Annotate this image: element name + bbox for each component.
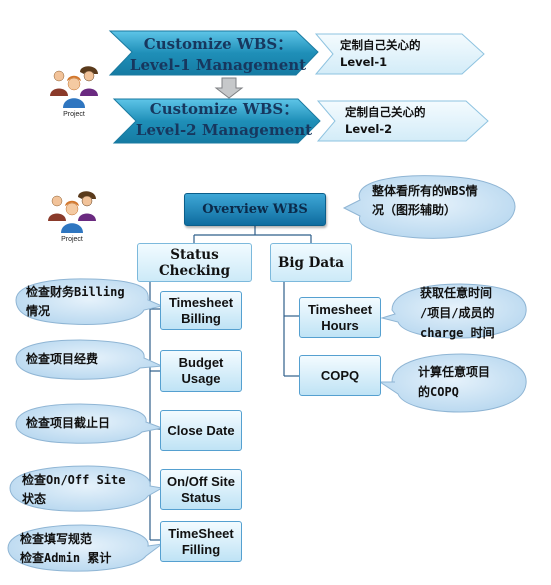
onoff-note-line1: 检查On/Off Site xyxy=(22,473,126,487)
billing-note: 检查财务Billing 情况 xyxy=(26,283,151,321)
on-off-site-node: On/Off Site Status xyxy=(160,469,242,510)
note-level2-line2: Level-2 xyxy=(345,122,393,136)
note-level1-line1: 定制自己关心的 xyxy=(340,38,421,52)
budget-usage-node: Budget Usage xyxy=(160,350,242,392)
note-level2-label: 定制自己关心的 Level-2 xyxy=(345,104,426,138)
overview-wbs-node: Overview WBS xyxy=(184,193,326,226)
timesheet-billing-line2: Billing xyxy=(181,310,221,326)
onoff-note: 检查On/Off Site 状态 xyxy=(22,471,157,509)
onoff-note-line2: 状态 xyxy=(22,492,47,506)
chevron-level2-label: Customize WBS： Level-2 Management xyxy=(134,99,314,141)
status-checking-line1: Status xyxy=(170,246,219,263)
project-label-top: Project xyxy=(63,111,85,118)
filling-note-line2: 检查Admin 累计 xyxy=(20,551,112,565)
close-date-node: Close Date xyxy=(160,410,242,451)
root-note-line2: 况（图形辅助） xyxy=(372,203,457,217)
timesheet-filling-line2: Filling xyxy=(181,541,221,557)
timesheet-filling-line1: TimeSheet xyxy=(168,525,234,541)
budget-usage-line2: Usage xyxy=(181,371,221,386)
chevron-level2-line2: Level-2 Management xyxy=(135,121,313,139)
on-off-site-line1: On/Off Site xyxy=(167,473,235,489)
hours-note-line1: 获取任意时间 xyxy=(420,286,493,300)
hours-note-line2: /项目/成员的 xyxy=(420,306,495,320)
root-note: 整体看所有的WBS情 况（图形辅助） xyxy=(372,182,522,220)
filling-note: 检查填写规范 检查Admin 累计 xyxy=(20,530,155,568)
budget-note: 检查项目经费 xyxy=(26,352,99,366)
timesheet-hours-line2: Hours xyxy=(321,317,359,333)
hours-note-line3: charge 时间 xyxy=(420,326,495,340)
timesheet-hours-node: Timesheet Hours xyxy=(299,297,381,338)
chevron-level2-line1: Customize WBS： xyxy=(149,100,299,118)
status-checking-node: Status Checking xyxy=(137,243,252,282)
billing-note-line1: 检查财务Billing xyxy=(26,285,125,299)
timesheet-billing-line1: Timesheet xyxy=(168,294,234,310)
close-date-note: 检查项目截止日 xyxy=(26,416,111,430)
copq-note-line1: 计算任意项目 xyxy=(418,365,491,379)
on-off-site-line2: Status xyxy=(181,489,221,505)
copq-note: 计算任意项目 的COPQ xyxy=(418,362,528,402)
timesheet-hours-line1: Timesheet xyxy=(307,301,373,317)
chevron-level1-line1: Customize WBS： xyxy=(143,35,293,53)
note-level2-line1: 定制自己关心的 xyxy=(345,105,426,119)
note-level1-label: 定制自己关心的 Level-1 xyxy=(340,37,421,71)
people-icon-tree xyxy=(48,191,96,233)
down-arrow xyxy=(214,77,244,99)
filling-note-line1: 检查填写规范 xyxy=(20,532,93,546)
people-icon-top xyxy=(50,66,98,108)
note-level1-line2: Level-1 xyxy=(340,55,388,69)
timesheet-billing-node: Timesheet Billing xyxy=(160,291,242,330)
copq-node: COPQ xyxy=(299,355,381,396)
copq-note-line2: 的COPQ xyxy=(418,385,459,399)
project-label-tree: Project xyxy=(61,236,83,243)
big-data-node: Big Data xyxy=(270,243,352,282)
status-checking-line2: Checking xyxy=(158,262,231,279)
billing-note-line2: 情况 xyxy=(26,304,51,318)
root-note-line1: 整体看所有的WBS情 xyxy=(372,184,478,198)
timesheet-filling-node: TimeSheet Filling xyxy=(160,521,242,562)
chevron-level1-line2: Level-1 Management xyxy=(129,56,307,74)
budget-usage-line1: Budget xyxy=(178,355,224,370)
chevron-level1-label: Customize WBS： Level-1 Management xyxy=(128,34,308,76)
hours-note: 获取任意时间 /项目/成员的 charge 时间 xyxy=(420,283,530,343)
